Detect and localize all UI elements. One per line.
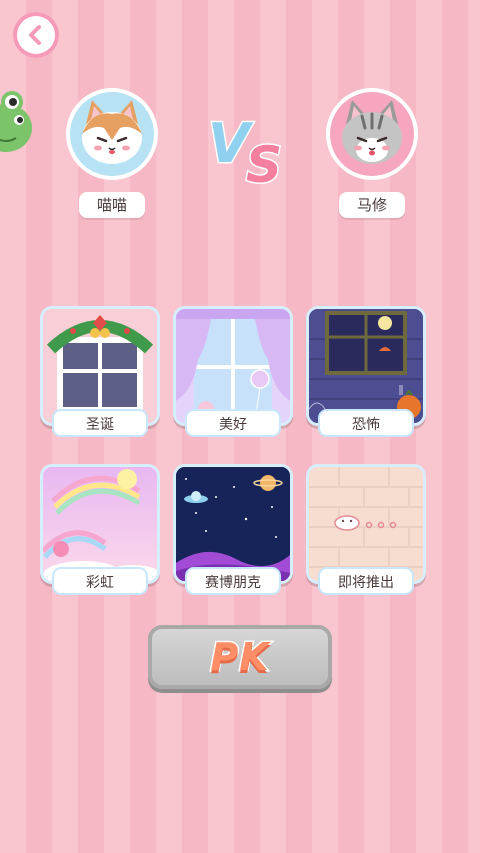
coming-soon-wall-icon	[306, 464, 426, 584]
chevron-left-icon	[29, 25, 41, 45]
frog-icon	[0, 91, 32, 152]
svg-text:S: S	[246, 136, 282, 188]
theme-card-horror[interactable]: 恐怖	[306, 306, 426, 437]
theme-label: 美好	[185, 409, 281, 437]
player-right-name: 马修	[339, 192, 405, 218]
space-scene-icon	[173, 464, 293, 584]
haunted-window-icon	[306, 306, 426, 426]
theme-label: 赛博朋克	[185, 567, 281, 595]
theme-label: 即将推出	[318, 567, 414, 595]
player-left-avatar	[66, 88, 158, 180]
player-left: 喵喵	[62, 88, 162, 218]
rainbow-scene-icon	[40, 464, 160, 584]
theme-card-coming-soon[interactable]: 即将推出	[306, 464, 426, 595]
player-right-avatar	[326, 88, 418, 180]
theme-label: 圣诞	[52, 409, 148, 437]
player-right: 马修	[322, 88, 422, 218]
theme-card-christmas[interactable]: 圣诞	[40, 306, 160, 437]
theme-card-rainbow[interactable]: 彩虹	[40, 464, 160, 595]
cat-avatar-icon	[342, 100, 402, 164]
vs-icon: V S	[207, 111, 284, 189]
pk-button[interactable]: PK	[148, 625, 332, 689]
back-button[interactable]	[13, 12, 59, 58]
theme-label: 恐怖	[318, 409, 414, 437]
theme-card-beautiful[interactable]: 美好	[173, 306, 293, 437]
pk-button-label: PK	[209, 634, 270, 681]
theme-label: 彩虹	[52, 567, 148, 595]
christmas-window-icon	[40, 306, 160, 426]
curtain-window-icon	[173, 306, 293, 426]
player-left-name: 喵喵	[79, 192, 145, 218]
theme-card-cyberpunk[interactable]: 赛博朋克	[173, 464, 293, 595]
cat-avatar-icon	[82, 100, 142, 164]
